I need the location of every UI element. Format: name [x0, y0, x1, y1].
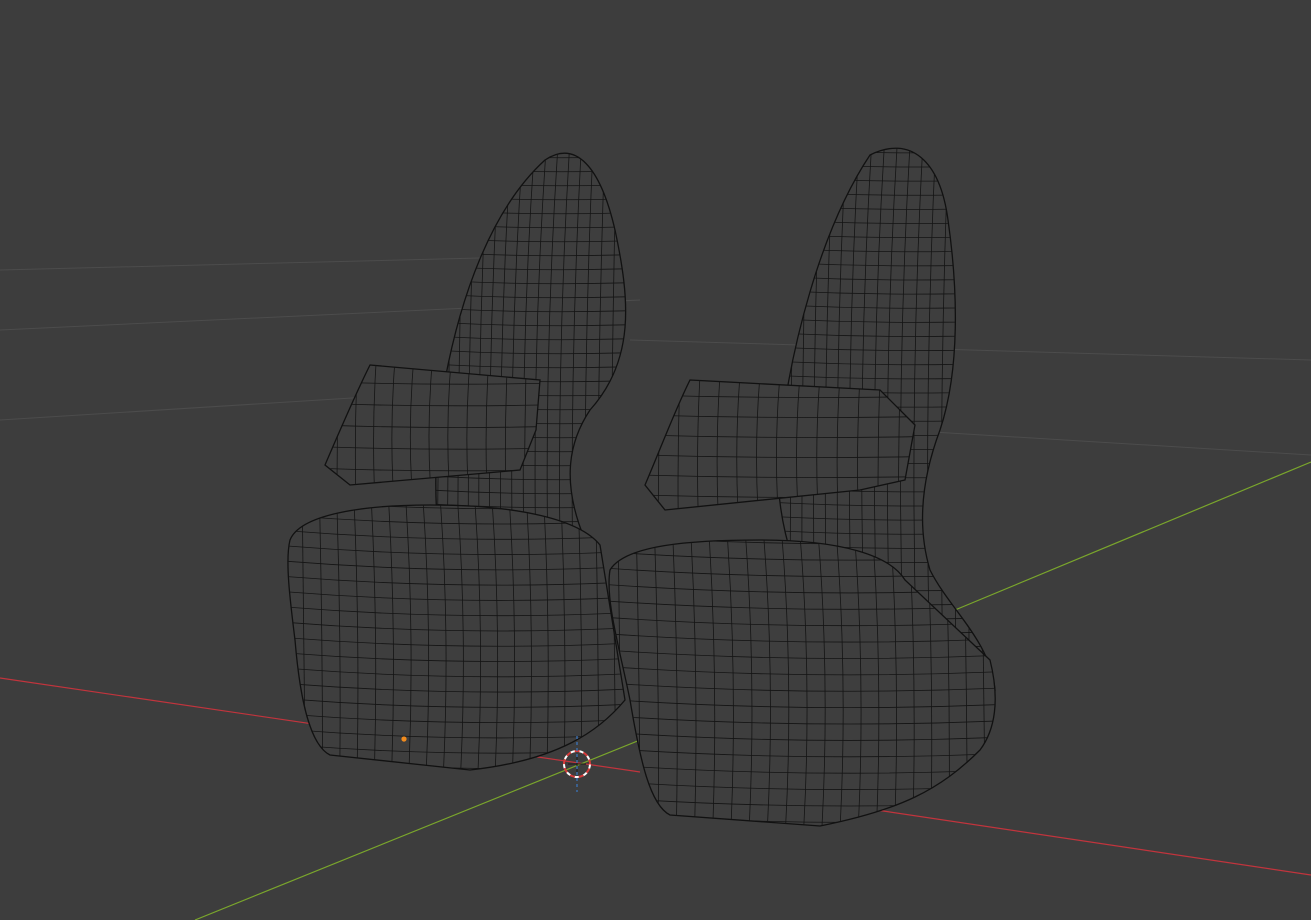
right-shoe-mesh[interactable] [600, 135, 1004, 839]
viewport-scene[interactable] [0, 0, 1311, 920]
object-origin-point[interactable] [401, 736, 407, 742]
left-shoe-mesh[interactable] [285, 140, 640, 784]
floor-grid [0, 254, 1311, 456]
x-axis-line [849, 805, 1311, 876]
y-axis-line [194, 739, 641, 920]
y-axis-line [954, 461, 1311, 611]
3d-viewport[interactable] [0, 0, 1311, 920]
